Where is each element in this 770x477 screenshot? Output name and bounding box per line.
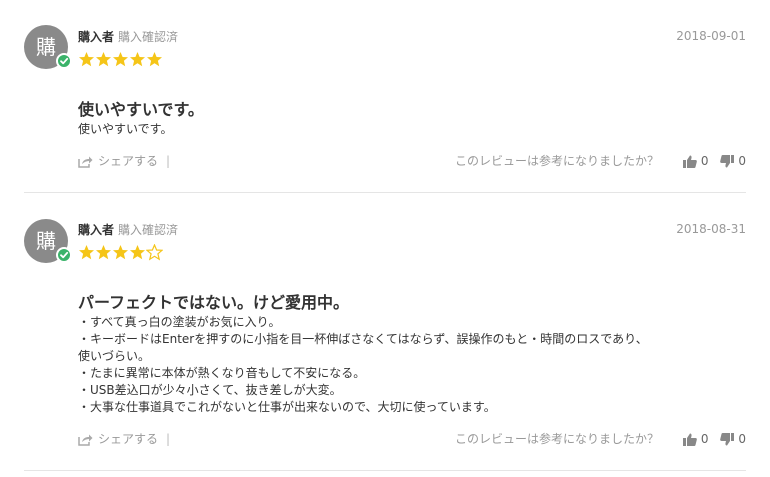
review-footer: シェアする | このレビューは参考になりましたか？ 0 0 bbox=[78, 152, 746, 170]
purchase-verified-label: 購入確認済 bbox=[118, 30, 179, 44]
downvote-count: 0 bbox=[738, 154, 746, 168]
star-filled-icon bbox=[96, 245, 111, 260]
star-empty-icon bbox=[146, 244, 163, 261]
star-filled-icon bbox=[79, 52, 94, 67]
purchase-verified-label: 購入確認済 bbox=[118, 223, 179, 237]
helpful-question: このレビューは参考になりましたか？ bbox=[455, 432, 660, 446]
share-button[interactable]: シェアする | bbox=[78, 430, 170, 447]
share-label: シェアする bbox=[98, 154, 159, 168]
review-body: 使いやすいです。 bbox=[78, 121, 758, 138]
share-icon bbox=[78, 434, 93, 446]
helpful-question: このレビューは参考になりましたか？ bbox=[455, 154, 660, 168]
share-button[interactable]: シェアする | bbox=[78, 152, 170, 169]
thumbs-up-icon bbox=[682, 155, 697, 168]
star-filled-icon bbox=[113, 52, 128, 67]
check-icon bbox=[60, 57, 69, 65]
divider bbox=[24, 470, 746, 471]
star-filled-icon bbox=[96, 52, 111, 67]
star-filled-icon bbox=[147, 52, 162, 67]
share-icon bbox=[78, 156, 93, 168]
upvote-count: 0 bbox=[700, 154, 709, 168]
review-body: ・すべて真っ白の塗装がお気に入り。・キーボードはEnterを押すのに小指を目一杯… bbox=[78, 314, 758, 416]
review-body-line: ・たまに異常に本体が熱くなり音もして不安になる。 bbox=[78, 366, 366, 380]
review-body-line: ・USB差込口が少々小さくて、抜き差しが大変。 bbox=[78, 383, 342, 397]
downvote-button[interactable]: 0 bbox=[720, 154, 746, 168]
review-footer: シェアする | このレビューは参考になりましたか？ 0 0 bbox=[78, 430, 746, 448]
review-list: 購 購入者 購入確認済 2018-09-01 使いやすいです。 使いやすいです。… bbox=[0, 0, 770, 477]
reviewer-name: 購入者 bbox=[78, 30, 115, 44]
review-date: 2018-08-31 bbox=[676, 222, 746, 236]
helpful-feedback: このレビューは参考になりましたか？ 0 0 bbox=[455, 430, 746, 447]
upvote-button[interactable]: 0 bbox=[682, 432, 709, 446]
star-rating bbox=[78, 51, 163, 69]
review-body-line: ・キーボードはEnterを押すのに小指を目一杯伸ばさなくてはならず、誤操作のもと… bbox=[78, 332, 648, 346]
downvote-count: 0 bbox=[738, 432, 746, 446]
share-separator: | bbox=[166, 154, 171, 168]
share-label: シェアする bbox=[98, 432, 159, 446]
review-title: パーフェクトではない。けど愛用中。 bbox=[78, 293, 350, 312]
review-body-line: ・すべて真っ白の塗装がお気に入り。 bbox=[78, 315, 281, 329]
share-separator: | bbox=[166, 432, 171, 446]
review-body-line: 使いづらい。 bbox=[78, 349, 151, 363]
star-filled-icon bbox=[79, 245, 94, 260]
thumbs-down-icon bbox=[720, 433, 735, 446]
review-body-line: ・大事な仕事道具でこれがないと仕事が出来ないので、大切に使っています。 bbox=[78, 400, 496, 414]
star-filled-icon bbox=[130, 245, 145, 260]
thumbs-up-icon bbox=[682, 433, 697, 446]
review-body-line: 使いやすいです。 bbox=[78, 122, 173, 136]
reviewer-name: 購入者 bbox=[78, 223, 115, 237]
star-rating bbox=[78, 244, 163, 262]
upvote-button[interactable]: 0 bbox=[682, 154, 709, 168]
review-title: 使いやすいです。 bbox=[78, 100, 204, 119]
check-icon bbox=[60, 251, 69, 259]
star-filled-icon bbox=[113, 245, 128, 260]
downvote-button[interactable]: 0 bbox=[720, 432, 746, 446]
verified-badge bbox=[56, 53, 72, 69]
upvote-count: 0 bbox=[700, 432, 709, 446]
review-item: 購 購入者 購入確認済 2018-08-31 パーフェクトではない。けど愛用中。… bbox=[0, 193, 770, 477]
review-item: 購 購入者 購入確認済 2018-09-01 使いやすいです。 使いやすいです。… bbox=[0, 0, 770, 193]
review-date: 2018-09-01 bbox=[676, 29, 746, 43]
verified-badge bbox=[56, 247, 72, 263]
helpful-feedback: このレビューは参考になりましたか？ 0 0 bbox=[455, 152, 746, 169]
thumbs-down-icon bbox=[720, 155, 735, 168]
star-filled-icon bbox=[130, 52, 145, 67]
